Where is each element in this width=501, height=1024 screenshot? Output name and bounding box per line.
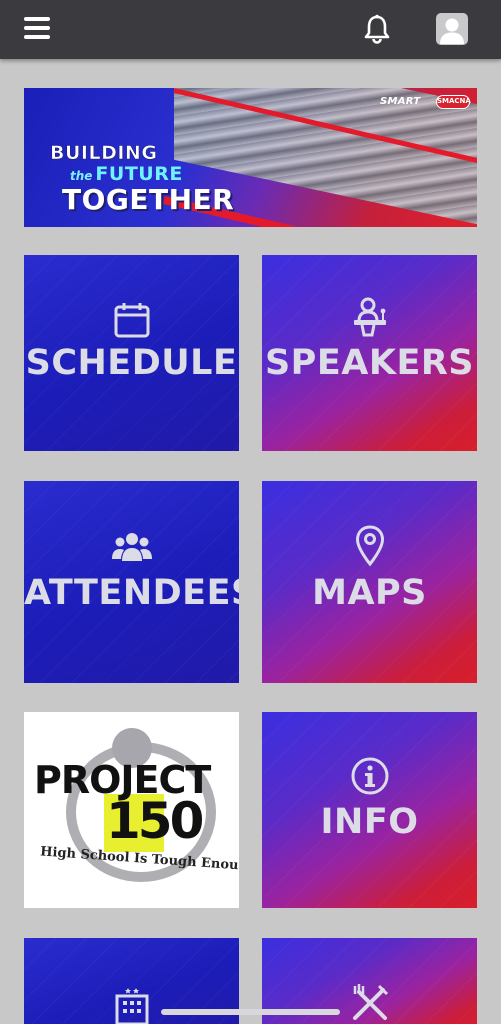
tile-label: MAPS <box>312 573 427 613</box>
calendar-icon <box>113 301 151 343</box>
banner-line-2-small: the <box>70 169 93 183</box>
promo-number: 150 <box>106 792 204 850</box>
banner-headline: BUILDING the FUTURE TOGETHER <box>50 142 235 216</box>
tile-label: ATTENDEES <box>24 573 239 613</box>
users-group-icon <box>111 531 153 567</box>
banner-line-2-big: FUTURE <box>95 163 183 185</box>
top-app-bar <box>0 0 501 59</box>
tile-attendees[interactable]: ATTENDEES <box>24 481 239 683</box>
tile-speakers[interactable]: SPEAKERS <box>262 255 477 451</box>
hamburger-menu-icon[interactable] <box>24 17 50 39</box>
tile-label: SCHEDULE <box>25 343 238 383</box>
fork-knife-icon <box>349 982 391 1024</box>
user-avatar-icon[interactable] <box>436 13 468 45</box>
smacna-logo: SMACNA <box>436 95 471 109</box>
smart-logo: SMART <box>380 96 421 107</box>
bell-icon[interactable] <box>361 13 393 45</box>
event-banner[interactable]: BUILDING the FUTURE TOGETHER <box>24 88 477 227</box>
speaker-podium-icon <box>350 297 390 341</box>
tile-label: SPEAKERS <box>264 343 475 383</box>
banner-line-1: BUILDING <box>50 142 158 164</box>
tile-info[interactable]: INFO <box>262 712 477 908</box>
tile-schedule[interactable]: SCHEDULE <box>24 255 239 451</box>
home-indicator[interactable] <box>161 1009 340 1015</box>
building-icon <box>114 984 150 1024</box>
banner-line-3: TOGETHER <box>62 183 235 216</box>
map-pin-icon <box>355 525 385 571</box>
info-circle-icon <box>350 756 390 800</box>
tile-maps[interactable]: MAPS <box>262 481 477 683</box>
banner-line-2: the FUTURE <box>70 165 234 184</box>
tile-project-150[interactable]: PROJECT 150 High School Is Tough Enough <box>24 712 239 908</box>
tile-label: INFO <box>320 802 419 842</box>
